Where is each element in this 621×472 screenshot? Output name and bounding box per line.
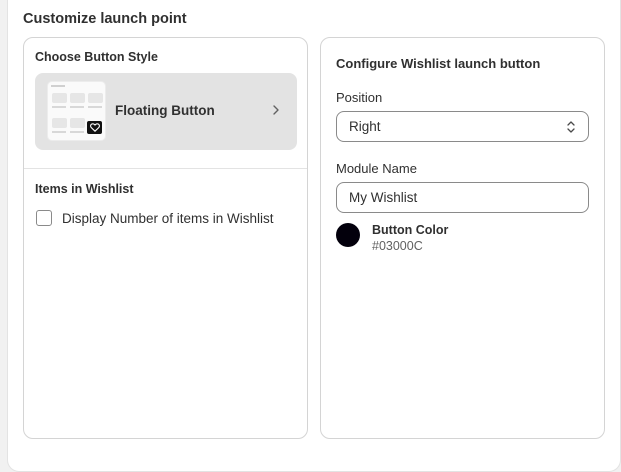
floating-button-style-option[interactable]: Floating Button [35,73,297,150]
button-color-hex: #03000C [372,239,423,253]
choose-button-style-heading: Choose Button Style [35,50,158,64]
display-count-checkbox-row[interactable]: Display Number of items in Wishlist [36,210,274,226]
heart-icon [87,121,102,134]
display-count-checkbox[interactable] [36,210,52,226]
module-name-input[interactable] [336,182,589,213]
button-color-swatch[interactable] [336,223,360,247]
module-name-label: Module Name [336,161,417,176]
wishlist-preview-thumbnail-icon [47,81,106,141]
select-chevron-icon [567,121,575,133]
configure-launch-button-panel: Configure Wishlist launch button Positio… [320,37,605,439]
position-select-value: Right [349,119,381,134]
button-style-panel: Choose Button Style Floating Button Item… [23,37,308,439]
items-in-wishlist-heading: Items in Wishlist [35,182,134,196]
button-color-label: Button Color [372,223,449,237]
position-select[interactable]: Right [336,111,589,142]
position-label: Position [336,90,383,105]
floating-button-label: Floating Button [115,103,215,118]
configure-heading: Configure Wishlist launch button [336,56,541,71]
section-divider [24,168,307,169]
chevron-right-icon [273,105,279,115]
display-count-checkbox-label: Display Number of items in Wishlist [62,210,274,226]
page-title: Customize launch point [23,11,187,27]
